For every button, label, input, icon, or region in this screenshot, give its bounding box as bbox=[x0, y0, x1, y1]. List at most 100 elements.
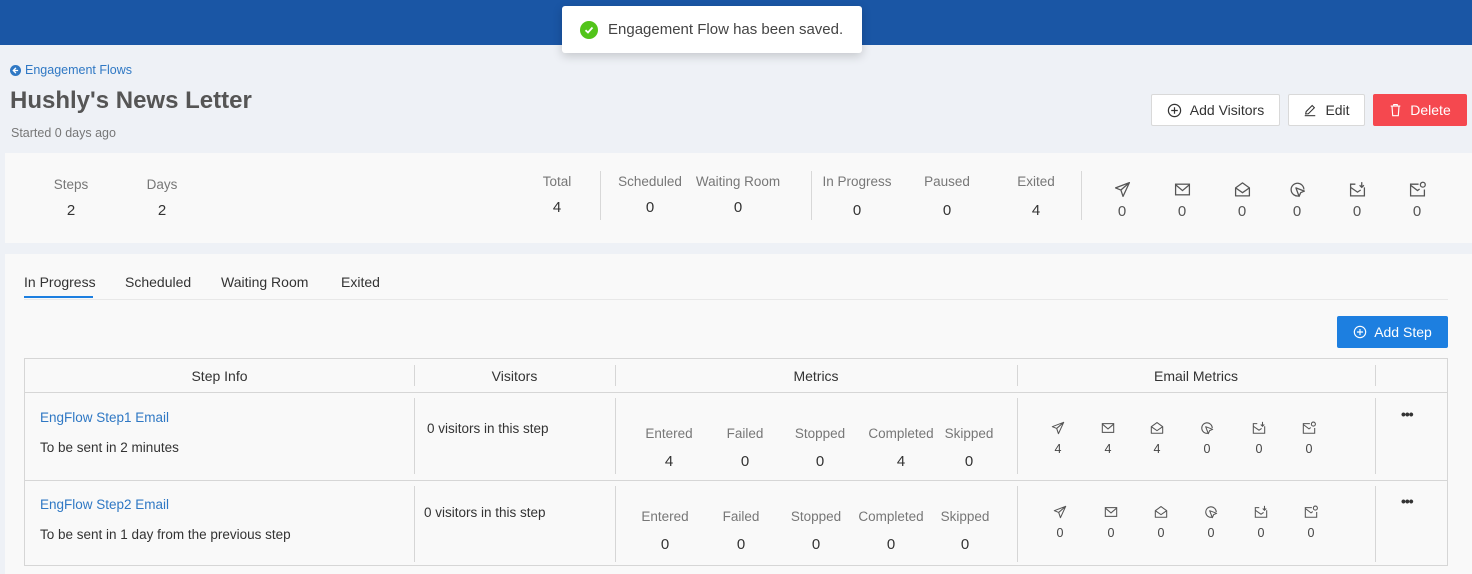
tab-scheduled[interactable]: Scheduled bbox=[125, 274, 191, 290]
metric-entered: Entered 4 bbox=[645, 426, 693, 470]
metric-failed: Failed 0 bbox=[722, 509, 760, 553]
click-icon bbox=[1290, 182, 1305, 198]
metric-entered: Entered 0 bbox=[641, 509, 689, 553]
tab-in-progress[interactable]: In Progress bbox=[24, 274, 96, 290]
stats-panel: Steps 2 Days 2 Total 4 Scheduled 0 Waiti… bbox=[5, 153, 1472, 243]
step-visitors: 0 visitors in this step bbox=[427, 421, 549, 436]
mail-download-icon bbox=[1254, 505, 1268, 518]
stat-email-opened: 0 bbox=[1227, 181, 1257, 220]
email-metric-delivered: 0 bbox=[1096, 505, 1126, 540]
add-visitors-button[interactable]: Add Visitors bbox=[1151, 94, 1280, 126]
header-metrics: Metrics bbox=[793, 367, 839, 384]
page-title: Hushly's News Letter bbox=[10, 87, 252, 114]
stat-email-replied: 0 bbox=[1402, 181, 1432, 220]
divider bbox=[1017, 486, 1018, 562]
metric-completed: Completed 0 bbox=[858, 509, 924, 553]
plus-circle-icon bbox=[1353, 325, 1367, 339]
steps-panel: In Progress Scheduled Waiting Room Exite… bbox=[5, 254, 1472, 574]
delete-label: Delete bbox=[1410, 102, 1451, 118]
email-metric-replied: 0 bbox=[1296, 505, 1326, 540]
mail-icon bbox=[1101, 423, 1115, 433]
step-schedule: To be sent in 1 day from the previous st… bbox=[40, 527, 291, 542]
divider bbox=[1081, 171, 1082, 220]
email-metric-sent: 4 bbox=[1043, 421, 1073, 456]
send-icon bbox=[1114, 181, 1130, 198]
add-step-button[interactable]: Add Step bbox=[1337, 316, 1448, 348]
email-metric-clicked: 0 bbox=[1192, 421, 1222, 456]
saved-toast: Engagement Flow has been saved. bbox=[562, 6, 862, 53]
stat-email-sent: 0 bbox=[1107, 181, 1137, 220]
stat-scheduled: Scheduled 0 bbox=[618, 174, 682, 216]
step-name-link[interactable]: EngFlow Step2 Email bbox=[40, 497, 169, 512]
send-icon bbox=[1053, 505, 1067, 519]
metric-skipped: Skipped 0 bbox=[940, 509, 990, 553]
mail-open-icon bbox=[1234, 182, 1250, 197]
step-schedule: To be sent in 2 minutes bbox=[40, 440, 179, 455]
steps-table: Step Info Visitors Metrics Email Metrics… bbox=[24, 358, 1448, 566]
header-email-metrics: Email Metrics bbox=[1153, 367, 1238, 384]
back-link-label: Engagement Flows bbox=[25, 63, 133, 77]
email-metric-sent: 0 bbox=[1045, 505, 1075, 540]
edit-icon bbox=[1305, 104, 1316, 117]
back-link[interactable]: Engagement Flows bbox=[10, 63, 132, 77]
metric-failed: Failed 0 bbox=[726, 426, 764, 470]
email-metric-opened: 0 bbox=[1146, 505, 1176, 540]
step-name-link[interactable]: EngFlow Step1 Email bbox=[40, 410, 169, 425]
click-icon bbox=[1201, 422, 1214, 435]
active-tab-indicator bbox=[24, 296, 93, 298]
delete-button[interactable]: Delete bbox=[1373, 94, 1467, 126]
step-visitors: 0 visitors in this step bbox=[424, 505, 546, 520]
stat-exited: Exited 4 bbox=[1017, 174, 1055, 219]
divider bbox=[615, 398, 616, 474]
divider bbox=[414, 365, 415, 386]
tab-bar: In Progress Scheduled Waiting Room Exite… bbox=[24, 254, 1448, 300]
stat-in-progress: In Progress 0 bbox=[822, 174, 892, 219]
more-options-icon[interactable]: ••• bbox=[1401, 406, 1414, 422]
more-options-icon[interactable]: ••• bbox=[1401, 493, 1414, 509]
email-metric-downloaded: 0 bbox=[1246, 505, 1276, 540]
email-metric-delivered: 4 bbox=[1093, 421, 1123, 456]
mail-icon bbox=[1104, 507, 1118, 517]
add-step-label: Add Step bbox=[1374, 324, 1432, 340]
arrow-left-circle-icon bbox=[10, 64, 21, 76]
mail-badge-icon bbox=[1302, 421, 1316, 434]
tab-exited[interactable]: Exited bbox=[341, 274, 380, 290]
email-metric-downloaded: 0 bbox=[1244, 421, 1274, 456]
divider bbox=[1017, 365, 1018, 386]
divider bbox=[414, 398, 415, 474]
header-step-info: Step Info bbox=[191, 367, 248, 384]
divider bbox=[25, 392, 1447, 393]
edit-button[interactable]: Edit bbox=[1288, 94, 1365, 126]
stat-email-downloaded: 0 bbox=[1342, 181, 1372, 220]
mail-download-icon bbox=[1349, 182, 1365, 197]
divider bbox=[1375, 486, 1376, 562]
stat-total: Total 4 bbox=[542, 174, 572, 216]
started-label: Started 0 days ago bbox=[11, 126, 116, 140]
mail-icon bbox=[1174, 183, 1190, 196]
metric-stopped: Stopped 0 bbox=[790, 509, 842, 553]
stat-steps: Steps 2 bbox=[53, 177, 89, 219]
send-icon bbox=[1051, 421, 1065, 435]
divider bbox=[1375, 365, 1376, 386]
mail-badge-icon bbox=[1409, 181, 1426, 197]
divider bbox=[25, 480, 1447, 481]
divider bbox=[1375, 398, 1376, 474]
email-metric-clicked: 0 bbox=[1196, 505, 1226, 540]
check-circle-icon bbox=[580, 20, 598, 39]
divider bbox=[414, 486, 415, 562]
divider bbox=[811, 171, 812, 220]
tab-waiting-room[interactable]: Waiting Room bbox=[221, 274, 308, 290]
mail-badge-icon bbox=[1304, 505, 1318, 518]
plus-circle-icon bbox=[1167, 103, 1181, 117]
divider bbox=[615, 365, 616, 386]
metric-stopped: Stopped 0 bbox=[794, 426, 846, 470]
email-metric-opened: 4 bbox=[1142, 421, 1172, 456]
mail-download-icon bbox=[1252, 421, 1266, 434]
stat-email-delivered: 0 bbox=[1167, 181, 1197, 220]
email-metric-replied: 0 bbox=[1294, 421, 1324, 456]
stat-email-clicked: 0 bbox=[1282, 181, 1312, 220]
stat-paused: Paused 0 bbox=[924, 174, 970, 219]
trash-icon bbox=[1390, 104, 1401, 117]
divider bbox=[615, 486, 616, 562]
stat-waiting-room: Waiting Room 0 bbox=[695, 174, 781, 216]
